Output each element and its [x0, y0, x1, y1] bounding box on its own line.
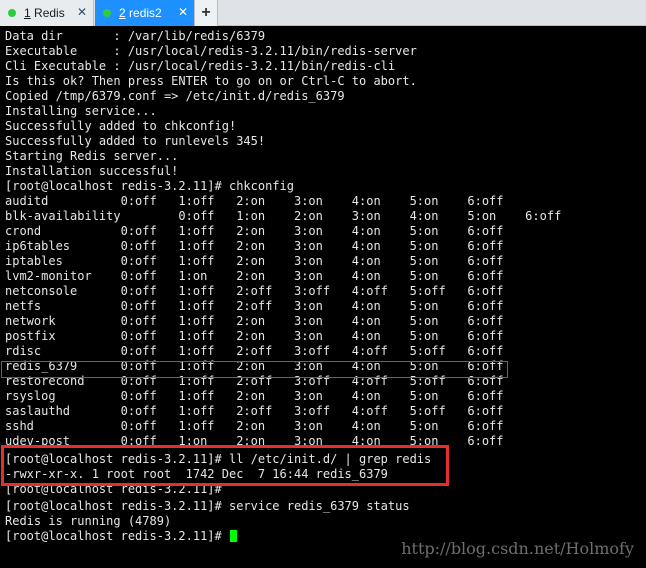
- terminal-line: Copied /tmp/6379.conf => /etc/init.d/red…: [5, 89, 345, 103]
- tab-redis[interactable]: 1 Redis ✕: [0, 0, 94, 26]
- terminal-line: iptables 0:off 1:off 2:on 3:on 4:on 5:on…: [5, 254, 504, 268]
- terminal-line: Successfully added to chkconfig!: [5, 119, 237, 133]
- close-icon[interactable]: ✕: [178, 6, 188, 18]
- new-tab-button[interactable]: +: [194, 0, 218, 26]
- terminal-line: Installation successful!: [5, 164, 179, 178]
- terminal-line: Successfully added to runlevels 345!: [5, 134, 266, 148]
- terminal-line: netconsole 0:off 1:off 2:off 3:off 4:off…: [5, 284, 504, 298]
- terminal-line: lvm2-monitor 0:off 1:on 2:on 3:on 4:on 5…: [5, 269, 504, 283]
- tab-label: 1 Redis: [24, 6, 65, 20]
- tab-redis2[interactable]: 2 redis2 ✕: [95, 0, 194, 26]
- terminal-line: Executable : /usr/local/redis-3.2.11/bin…: [5, 44, 417, 58]
- terminal-line: rdisc 0:off 1:off 2:off 3:off 4:off 5:of…: [5, 344, 504, 358]
- terminal-line: redis_6379 0:off 1:off 2:on 3:on 4:on 5:…: [5, 359, 504, 373]
- terminal-line: netfs 0:off 1:off 2:off 3:on 4:on 5:on 6…: [5, 299, 504, 313]
- terminal-line: ip6tables 0:off 1:off 2:on 3:on 4:on 5:o…: [5, 239, 504, 253]
- terminal-output[interactable]: Data dir : /var/lib/redis/6379 Executabl…: [0, 26, 646, 568]
- terminal-line: Redis is running (4789): [5, 514, 172, 528]
- terminal-line: [root@localhost redis-3.2.11]# chkconfig: [5, 179, 294, 193]
- terminal-line: crond 0:off 1:off 2:on 3:on 4:on 5:on 6:…: [5, 224, 504, 238]
- terminal-line: Is this ok? Then press ENTER to go on or…: [5, 74, 417, 88]
- terminal-cursor[interactable]: [229, 530, 237, 542]
- terminal-app: 1 Redis ✕ 2 redis2 ✕ + Data dir : /var/l…: [0, 0, 646, 568]
- terminal-line: auditd 0:off 1:off 2:on 3:on 4:on 5:on 6…: [5, 194, 504, 208]
- tab-bar: 1 Redis ✕ 2 redis2 ✕ +: [0, 0, 646, 26]
- terminal-line: Data dir : /var/lib/redis/6379: [5, 29, 266, 43]
- tab-label: 2 redis2: [119, 6, 162, 20]
- terminal-line: Starting Redis server...: [5, 149, 179, 163]
- terminal-line: postfix 0:off 1:off 2:on 3:on 4:on 5:on …: [5, 329, 504, 343]
- terminal-line: blk-availability 0:off 1:on 2:on 3:on 4:…: [5, 209, 562, 223]
- terminal-line: network 0:off 1:off 2:on 3:on 4:on 5:on …: [5, 314, 504, 328]
- terminal-line: saslauthd 0:off 1:off 2:off 3:off 4:off …: [5, 404, 504, 418]
- connection-status-icon: [103, 9, 111, 17]
- terminal-line: rsyslog 0:off 1:off 2:on 3:on 4:on 5:on …: [5, 389, 504, 403]
- terminal-line: sshd 0:off 1:off 2:on 3:on 4:on 5:on 6:o…: [5, 419, 504, 433]
- terminal-line: [root@localhost redis-3.2.11]# service r…: [5, 499, 410, 513]
- terminal-line: Installing service...: [5, 104, 157, 118]
- close-icon[interactable]: ✕: [77, 6, 87, 18]
- terminal-line: restorecond 0:off 1:off 2:off 3:off 4:of…: [5, 374, 504, 388]
- terminal-prompt-line: [root@localhost redis-3.2.11]#: [5, 529, 237, 544]
- terminal-line: udev-post 0:off 1:on 2:on 3:on 4:on 5:on…: [5, 434, 504, 448]
- watermark-text: http://blog.csdn.net/Holmofy: [401, 539, 634, 558]
- connection-status-icon: [8, 9, 16, 17]
- terminal-line: [root@localhost redis-3.2.11]#: [5, 482, 222, 496]
- terminal-line: Cli Executable : /usr/local/redis-3.2.11…: [5, 59, 396, 73]
- terminal-line: -rwxr-xr-x. 1 root root 1742 Dec 7 16:44…: [5, 467, 388, 481]
- prompt-text: [root@localhost redis-3.2.11]#: [5, 529, 229, 543]
- terminal-line: [root@localhost redis-3.2.11]# ll /etc/i…: [5, 452, 432, 466]
